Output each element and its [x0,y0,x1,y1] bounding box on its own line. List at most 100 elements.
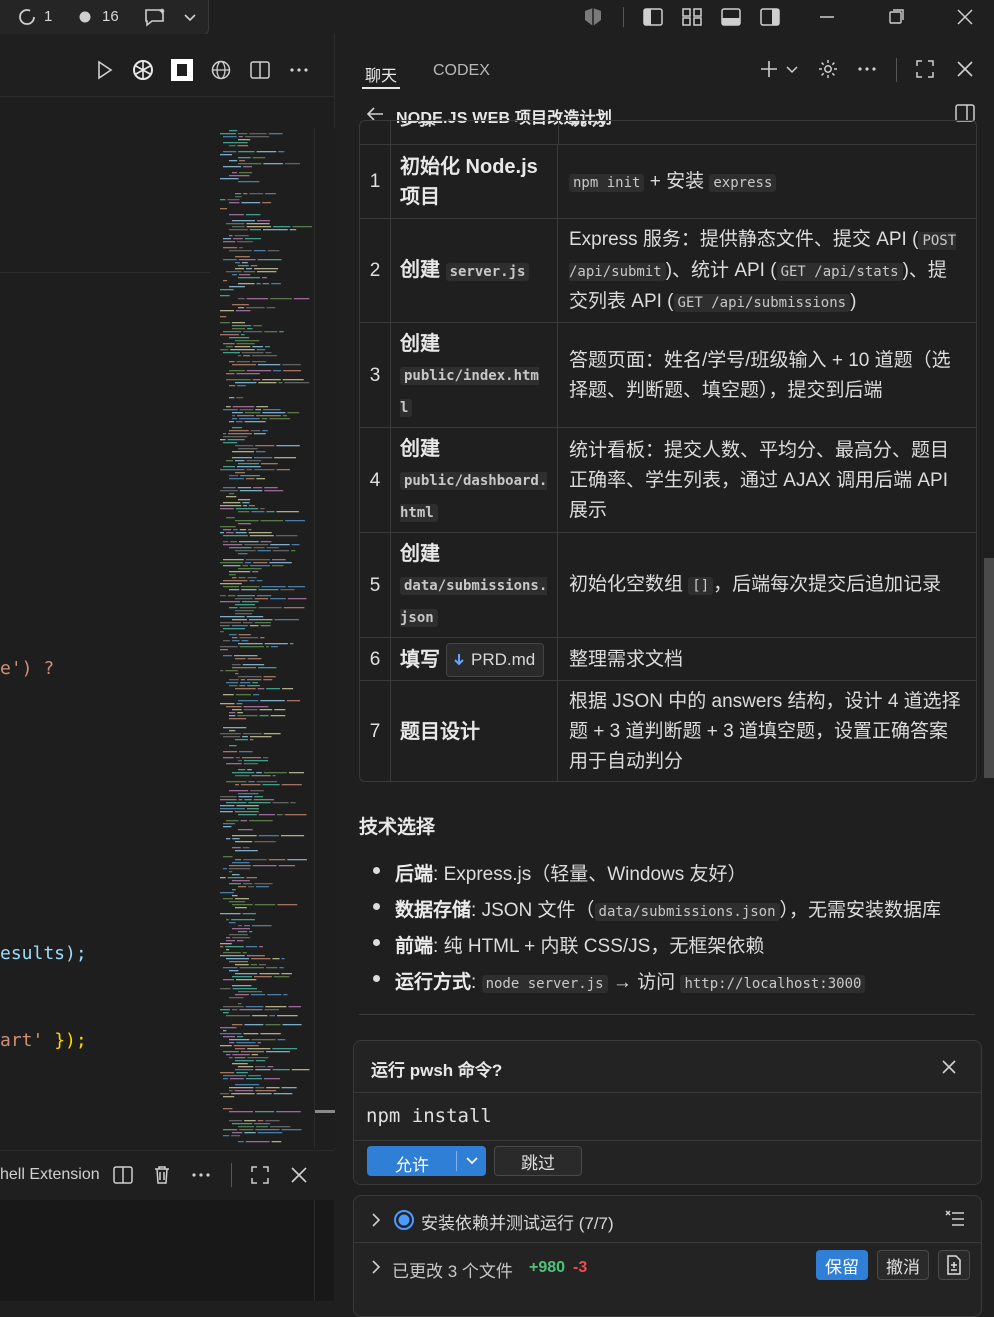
todo-label[interactable]: 安装依赖并测试运行 (7/7) [421,1209,614,1234]
divider [354,1242,981,1243]
minimap-line [229,385,236,387]
inline-code: node server.js [481,975,608,993]
terminal-body[interactable] [0,1200,334,1301]
close-window-icon[interactable] [954,7,976,27]
code-text: art' [0,1030,44,1051]
minimap-line [229,397,235,399]
minimap-line [288,772,304,774]
minimap-line [223,142,248,144]
minimap-line [235,532,247,534]
minimap-line [235,610,254,612]
clear-list-icon[interactable] [944,1208,966,1230]
file-reference[interactable]: PRD.md [446,642,545,677]
terminal-name[interactable]: hell Extension [0,1166,100,1184]
customize-layout-icon[interactable] [681,7,703,27]
minimap-line [226,460,234,462]
minimap-line [262,430,268,432]
minimap-line [229,1087,254,1089]
chevron-down-icon[interactable] [463,1153,481,1169]
maximize-panel-icon[interactable] [249,1164,271,1186]
minimap-line [252,379,261,381]
minimap-line [232,1132,243,1134]
review-changes-button[interactable] [938,1250,970,1280]
minimap-line [232,172,237,174]
tab-codex[interactable]: CODEX [433,62,490,80]
more-actions-icon[interactable] [856,58,878,80]
minimap-line [248,886,254,888]
more-actions-icon[interactable] [288,59,310,81]
minimap-line [229,286,245,288]
minimap-line [236,979,257,981]
minimap-line [260,700,285,702]
maximize-icon[interactable] [914,58,936,80]
terminal-scrollbar[interactable] [314,1200,335,1301]
tab-chat[interactable]: 聊天 [365,62,397,86]
minimap-line [260,1033,281,1035]
more-actions-icon[interactable] [190,1164,212,1186]
skip-button[interactable]: 跳过 [494,1146,582,1176]
minimap-line [229,229,248,231]
row-desc: npm init + 安装 express [559,145,975,219]
minimap-line [241,352,264,354]
minimap-line [249,625,259,627]
chevron-right-icon[interactable] [368,1257,384,1277]
close-icon[interactable] [954,58,976,80]
minimap-line [279,331,284,333]
sync-icon[interactable] [16,7,38,27]
editor-scrollbar[interactable] [314,128,335,1148]
chevron-right-icon[interactable] [368,1210,384,1230]
close-panel-icon[interactable] [288,1164,310,1186]
minimap-line [235,907,247,909]
minimap-line [223,580,248,582]
minimap-line [229,493,235,495]
openai-icon[interactable] [131,58,155,82]
minimap[interactable] [220,128,314,1148]
undo-button[interactable]: 撤消 [877,1250,929,1280]
table-row: 7 题目设计 根据 JSON 中的 answers 结构，设计 4 道选择题 +… [360,680,976,781]
table-row: 1 初始化 Node.js 项目 npm init + 安装 express [360,144,976,219]
minimap-line [223,1078,228,1080]
chevron-down-icon[interactable] [181,7,199,27]
split-editor-icon[interactable] [249,59,271,81]
split-terminal-icon[interactable] [112,1164,134,1186]
minimap-line [262,229,288,231]
gear-icon[interactable] [817,58,839,80]
allow-button[interactable]: 允许 [367,1146,486,1176]
run-icon[interactable] [93,59,115,81]
close-icon[interactable] [938,1056,960,1078]
chat-scrollbar-thumb[interactable] [984,558,994,778]
minimap-line [220,649,228,651]
restore-icon[interactable] [885,7,907,27]
codex-icon[interactable] [170,58,194,82]
globe-icon[interactable] [210,59,232,81]
chat-sparkle-icon[interactable] [143,7,169,27]
inline-code: GET /api/stats [776,262,903,281]
minimap-line [229,901,246,903]
copilot-icon[interactable] [581,7,605,27]
minimize-icon[interactable] [816,7,838,27]
lines-removed: -3 [573,1259,588,1276]
minimap-line [235,340,260,342]
minimap-line [232,304,249,306]
toggle-secondary-sidebar-icon[interactable] [759,7,781,27]
minimap-line [247,1057,269,1059]
minimap-line [232,904,253,906]
minimap-line [258,667,277,669]
minimap-line [239,607,257,609]
new-chat-icon[interactable] [758,58,780,80]
minimap-line [235,1060,254,1062]
scroll-thumb[interactable] [315,1110,335,1113]
trash-icon[interactable] [151,1164,173,1186]
minimap-line [234,1090,254,1092]
minimap-line [229,421,235,423]
chevron-down-icon[interactable] [784,58,800,80]
keep-button[interactable]: 保留 [816,1250,868,1280]
toggle-primary-sidebar-icon[interactable] [642,7,664,27]
toggle-panel-icon[interactable] [720,7,742,27]
desc-text: 根据 JSON 中的 answers 结构，设计 4 道选择题 + 3 道判断题… [569,690,961,772]
minimap-line [257,259,282,261]
minimap-line [220,199,226,201]
minimap-line [272,775,276,777]
minimap-line [223,751,238,753]
changed-files-label[interactable]: 已更改 3 个文件 [392,1257,513,1282]
